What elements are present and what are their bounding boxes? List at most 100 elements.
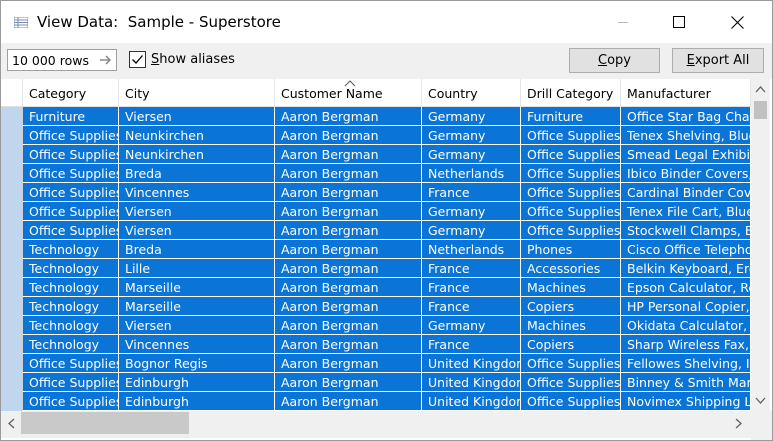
cell-drill-category[interactable]: Office Supplies [521,183,621,202]
cell-category[interactable]: Office Supplies [23,145,119,164]
cell-drill-category[interactable]: Office Supplies [521,145,621,164]
cell-drill-category[interactable]: Furniture [521,107,621,126]
cell-drill-category[interactable]: Office Supplies [521,354,621,373]
table-row[interactable]: Office Supplies Neunkirchen Aaron Bergman G… [23,126,751,145]
scroll-down-icon[interactable] [755,397,766,405]
table-row[interactable]: Furniture Viersen Aaron Bergman Germany Furn… [23,107,751,126]
table-row[interactable]: Technology Marseille Aaron Bergman France Ma… [23,278,751,297]
cell-category[interactable]: Technology [23,240,119,259]
cell-customer-name[interactable]: Aaron Bergman [275,202,422,221]
cell-country[interactable]: France [422,297,521,316]
cell-manufacturer[interactable]: Fellowes Shelving, Industrial [621,354,751,373]
table-row[interactable]: Technology Breda Aaron Bergman Netherlands P… [23,240,751,259]
row-header-column[interactable] [1,107,23,411]
cell-city[interactable]: Vincennes [119,183,275,202]
cell-manufacturer[interactable]: Smead Legal Exhibit Labels [621,145,751,164]
cell-manufacturer[interactable]: HP Personal Copier, Digital [621,297,751,316]
cell-customer-name[interactable]: Aaron Bergman [275,316,422,335]
header-col-customer-name[interactable]: Customer Name [275,79,422,106]
cell-city[interactable]: Vincennes [119,335,275,354]
cell-manufacturer[interactable]: Ibico Binder Covers, Clear [621,164,751,183]
cell-manufacturer[interactable]: Novimex Shipping Labels [621,392,751,411]
cell-country[interactable]: Germany [422,316,521,335]
show-aliases-checkbox[interactable] [129,51,146,68]
cell-category[interactable]: Office Supplies [23,183,119,202]
table-row[interactable]: Office Supplies Bognor Regis Aaron Bergman… [23,354,751,373]
table-row[interactable]: Office Supplies Edinburgh Aaron Bergman Uni… [23,373,751,392]
cell-city[interactable]: Viersen [119,107,275,126]
cell-customer-name[interactable]: Aaron Bergman [275,373,422,392]
cell-manufacturer[interactable]: Sharp Wireless Fax, Digital [621,335,751,354]
cell-country[interactable]: United Kingdom [422,354,521,373]
cell-city[interactable]: Viersen [119,202,275,221]
header-col-city[interactable]: City [119,79,275,106]
cell-city[interactable]: Edinburgh [119,392,275,411]
cell-category[interactable]: Office Supplies [23,202,119,221]
vertical-scrollbar[interactable] [751,79,770,411]
horizontal-scroll-thumb[interactable] [21,412,189,434]
cell-city[interactable]: Marseille [119,278,275,297]
cell-category[interactable]: Office Supplies [23,354,119,373]
scroll-left-icon[interactable] [7,418,15,429]
cell-city[interactable]: Bognor Regis [119,354,275,373]
cell-manufacturer[interactable]: Belkin Keyboard, Ergonomic [621,259,751,278]
cell-manufacturer[interactable]: Cardinal Binder Covers [621,183,751,202]
cell-customer-name[interactable]: Aaron Bergman [275,183,422,202]
cell-drill-category[interactable]: Office Supplies [521,221,621,240]
scroll-up-icon[interactable] [755,85,766,93]
cell-customer-name[interactable]: Aaron Bergman [275,107,422,126]
cell-customer-name[interactable]: Aaron Bergman [275,259,422,278]
cell-category[interactable]: Technology [23,259,119,278]
cell-category[interactable]: Furniture [23,107,119,126]
close-button[interactable] [714,1,760,43]
cell-manufacturer[interactable]: Stockwell Clamps, Bulk [621,221,751,240]
table-row[interactable]: Office Supplies Edinburgh Aaron Bergman Uni… [23,392,751,411]
cell-customer-name[interactable]: Aaron Bergman [275,335,422,354]
cell-city[interactable]: Edinburgh [119,373,275,392]
vertical-scroll-thumb[interactable] [754,101,767,119]
cell-customer-name[interactable]: Aaron Bergman [275,278,422,297]
cell-category[interactable]: Technology [23,297,119,316]
cell-country[interactable]: United Kingdom [422,392,521,411]
table-row[interactable]: Technology Viersen Aaron Bergman Germany Mac… [23,316,751,335]
cell-category[interactable]: Office Supplies [23,373,119,392]
cell-country[interactable]: Germany [422,145,521,164]
header-col-manufacturer[interactable]: Manufacturer [621,79,751,106]
cell-country[interactable]: France [422,183,521,202]
cell-country[interactable]: Netherlands [422,164,521,183]
cell-customer-name[interactable]: Aaron Bergman [275,354,422,373]
table-row[interactable]: Technology Lille Aaron Bergman France Access… [23,259,751,278]
scroll-right-icon[interactable] [735,418,743,429]
cell-drill-category[interactable]: Office Supplies [521,164,621,183]
cell-country[interactable]: Germany [422,107,521,126]
cell-customer-name[interactable]: Aaron Bergman [275,126,422,145]
cell-city[interactable]: Viersen [119,316,275,335]
cell-category[interactable]: Office Supplies [23,221,119,240]
export-all-button[interactable]: Export All [672,48,764,73]
cell-city[interactable]: Viersen [119,221,275,240]
table-row[interactable]: Office Supplies Breda Aaron Bergman Netherl… [23,164,751,183]
maximize-button[interactable] [656,1,702,43]
cell-category[interactable]: Office Supplies [23,392,119,411]
cell-manufacturer[interactable]: Cisco Office Telephone [621,240,751,259]
cell-category[interactable]: Technology [23,316,119,335]
header-col-drill-category[interactable]: Drill Category [521,79,621,106]
table-row[interactable]: Office Supplies Vincennes Aaron Bergman Fra… [23,183,751,202]
table-row[interactable]: Technology Vincennes Aaron Bergman France Co… [23,335,751,354]
cell-drill-category[interactable]: Machines [521,278,621,297]
cell-customer-name[interactable]: Aaron Bergman [275,297,422,316]
cell-drill-category[interactable]: Office Supplies [521,392,621,411]
cell-drill-category[interactable]: Office Supplies [521,202,621,221]
table-row[interactable]: Office Supplies Viersen Aaron Bergman Germa… [23,202,751,221]
cell-city[interactable]: Neunkirchen [119,145,275,164]
cell-city[interactable]: Breda [119,240,275,259]
cell-drill-category[interactable]: Office Supplies [521,373,621,392]
cell-country[interactable]: Netherlands [422,240,521,259]
copy-button[interactable]: Copy [569,48,660,73]
cell-drill-category[interactable]: Copiers [521,297,621,316]
cell-drill-category[interactable]: Office Supplies [521,126,621,145]
header-col-category[interactable]: Category [23,79,119,106]
cell-city[interactable]: Marseille [119,297,275,316]
table-row[interactable]: Office Supplies Neunkirchen Aaron Bergman G… [23,145,751,164]
cell-manufacturer[interactable]: Binney & Smith Markers [621,373,751,392]
